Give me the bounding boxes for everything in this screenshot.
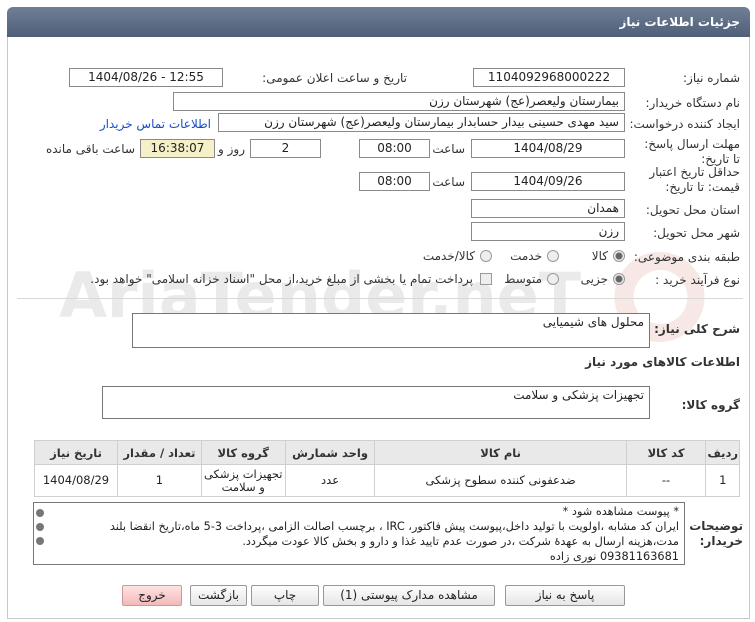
col-name: نام کالا (374, 440, 627, 465)
deadline-date-field: 1404/08/29 (471, 139, 625, 158)
goods-group-label: گروه کالا: (681, 398, 740, 412)
city-label: شهر محل تحویل: (653, 226, 740, 240)
need-number-field: 1104092968000222 (473, 68, 625, 87)
cell-qty: 1 (117, 464, 202, 497)
scroll-thumb-icon[interactable] (36, 523, 44, 531)
notes-label: توضیحات خریدار: (689, 519, 743, 548)
goods-info-title: اطلاعات کالاهای مورد نیاز (585, 355, 740, 369)
scroll-down-icon[interactable] (36, 537, 44, 545)
cell-group: تجهیزات پزشکی و سلامت (200, 464, 286, 497)
province-field: همدان (471, 199, 625, 218)
col-group: گروه کالا (200, 440, 286, 465)
cell-code: -- (625, 464, 707, 497)
category-radio-service[interactable] (547, 250, 559, 262)
city-field: رزن (471, 222, 625, 241)
announce-label: تاریخ و ساعت اعلان عمومی: (262, 71, 407, 85)
col-date: تاریخ نیاز (34, 440, 118, 465)
validity-date-field: 1404/09/26 (471, 172, 625, 191)
validity-label: حداقل تاریخ اعتبار قیمت: تا تاریخ: (649, 165, 740, 194)
category-option-goods-service: کالا/خدمت (422, 249, 475, 263)
days-field: 2 (250, 139, 321, 158)
process-label: نوع فرآیند خرید : (655, 273, 740, 287)
payment-note: پرداخت تمام یا بخشی از مبلغ خرید،از محل … (90, 272, 473, 286)
requester-field: سید مهدی حسینی بیدار حسابدار بیمارستان و… (218, 113, 625, 132)
summary-field: محلول های شیمیایی (132, 313, 650, 348)
cell-unit: عدد (284, 464, 376, 497)
remaining-time-field: 16:38:07 (140, 139, 215, 158)
deadline-label: مهلت ارسال پاسخ: تا تاریخ: (644, 137, 740, 166)
deadline-time-field: 08:00 (359, 139, 430, 158)
scroll-up-icon[interactable] (36, 509, 44, 517)
notes-line: ایران کد مشابه ،اولویت با تولید داخل،پیو… (109, 520, 679, 533)
province-label: استان محل تحویل: (645, 203, 740, 217)
col-row: ردیف (705, 440, 740, 465)
goods-group-field: تجهیزات پزشکی و سلامت (102, 386, 650, 419)
remaining-time-label: ساعت باقی مانده (45, 142, 135, 156)
col-unit: واحد شمارش (284, 440, 376, 465)
validity-time-label: ساعت (432, 175, 465, 189)
table-row: 1 -- ضدعفونی کننده سطوح پزشکی عدد تجهیزا… (34, 464, 740, 497)
buyer-org-field: بیمارستان ولیعصر(عج) شهرستان رزن (173, 92, 625, 111)
notes-line: مدت،هزینه ارسال به عهدهٔ شرکت ،در صورت ع… (242, 535, 679, 548)
cell-name: ضدعفونی کننده سطوح پزشکی (374, 464, 627, 497)
page-title: جزئیات اطلاعات نیاز (619, 15, 740, 29)
process-radio-minor[interactable] (613, 273, 625, 285)
reply-button[interactable]: پاسخ به نیاز (505, 585, 625, 606)
validity-time-field: 08:00 (359, 172, 430, 191)
notes-scrollbar[interactable] (36, 509, 44, 561)
table-header-row: ردیف کد کالا نام کالا واحد شمارش گروه کا… (34, 440, 740, 465)
summary-label: شرح کلی نیاز: (654, 322, 740, 336)
days-label: روز و (218, 142, 245, 156)
contact-info-link[interactable]: اطلاعات تماس خریدار (100, 117, 211, 131)
requester-label: ایجاد کننده درخواست: (629, 117, 740, 131)
category-option-service: خدمت (510, 249, 542, 263)
notes-field[interactable]: * پیوست مشاهده شود * ایران کد مشابه ،اول… (33, 502, 685, 565)
items-table: ردیف کد کالا نام کالا واحد شمارش گروه کا… (34, 440, 740, 497)
deadline-time-label: ساعت (432, 142, 465, 156)
page-header: جزئیات اطلاعات نیاز (7, 7, 750, 37)
category-radio-goods-service[interactable] (480, 250, 492, 262)
category-option-goods: کالا (591, 249, 608, 263)
notes-line: 09381163681 نوری زاده (549, 550, 679, 563)
need-number-label: شماره نیاز: (683, 71, 740, 85)
notes-line: * پیوست مشاهده شود * (562, 505, 679, 518)
process-radio-medium[interactable] (547, 273, 559, 285)
category-label: طبقه بندی موضوعی: (633, 250, 740, 264)
print-button[interactable]: چاپ (251, 585, 319, 606)
divider (17, 298, 743, 299)
category-radio-goods[interactable] (613, 250, 625, 262)
buyer-org-label: نام دستگاه خریدار: (645, 96, 741, 110)
col-qty: تعداد / مقدار (117, 440, 202, 465)
cell-row: 1 (705, 464, 740, 497)
view-docs-button[interactable]: مشاهده مدارک پیوستی (1) (323, 585, 495, 606)
announce-field: 1404/08/26 - 12:55 (69, 68, 223, 87)
col-code: کد کالا (625, 440, 707, 465)
back-button[interactable]: بازگشت (190, 585, 247, 606)
exit-button[interactable]: خروج (122, 585, 182, 606)
cell-date: 1404/08/29 (34, 464, 118, 497)
process-option-medium: متوسط (504, 272, 542, 286)
process-option-minor: جزیی (580, 272, 608, 286)
payment-checkbox[interactable] (480, 273, 492, 285)
